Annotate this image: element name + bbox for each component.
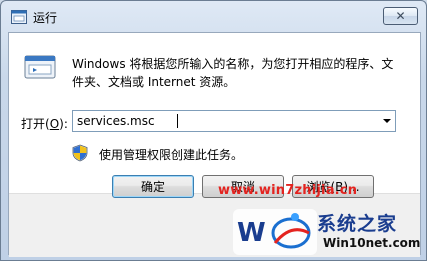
open-combobox[interactable]: services.msc — [72, 110, 396, 132]
ok-button[interactable]: 确定 — [112, 175, 194, 198]
logo-text: 系统之家 — [317, 213, 398, 235]
svg-text:W: W — [237, 218, 266, 248]
admin-privilege-note: 使用管理权限创建此任务。 — [99, 148, 244, 162]
open-label: 打开(O): — [21, 117, 68, 131]
site-logo-watermark: W 系统之家 Win10net.com — [231, 201, 426, 260]
close-icon: ✕ — [395, 9, 406, 23]
dialog-description: Windows 将根据您所输入的名称，为您打开相应的程序、文件夹、文档或 Int… — [72, 57, 394, 89]
text-cursor — [177, 114, 178, 128]
run-dialog-window: 运行 ✕ Windows 将根据您所输入的名称，为您打开相应的程序、文件夹、文档… — [0, 0, 427, 261]
logo-mark-icon: W — [233, 209, 317, 255]
window-title: 运行 — [33, 11, 58, 25]
logo-url: Win10net.com — [323, 236, 421, 250]
run-app-icon — [24, 55, 56, 79]
open-label-accelerator: O — [49, 117, 60, 131]
title-bar[interactable]: 运行 ✕ — [1, 1, 426, 32]
watermark-url: www.win7zhijia.cn — [218, 183, 358, 198]
run-window-icon — [11, 10, 27, 24]
uac-shield-icon — [72, 144, 88, 162]
close-button[interactable]: ✕ — [383, 7, 418, 25]
chevron-down-icon[interactable] — [383, 119, 391, 123]
open-input[interactable]: services.msc — [77, 114, 155, 128]
